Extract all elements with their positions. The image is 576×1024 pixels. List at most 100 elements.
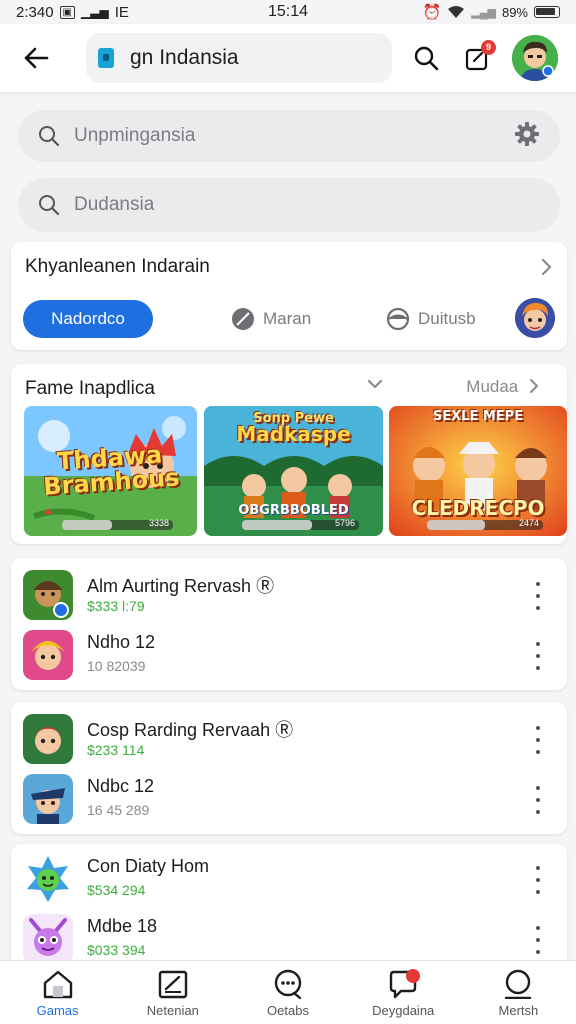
featured-more-link[interactable]: Mudaa [466,377,539,397]
game-name: Ndho 12 [87,632,156,652]
tile-3-progress-fill [427,520,485,530]
search-bar-secondary[interactable]: Dudansia [18,178,560,232]
nav-oetabs[interactable]: Oetabs [230,961,345,1024]
more-options-button[interactable] [531,926,545,954]
edit-icon [158,970,187,999]
tile-2-progress-fill [242,520,313,530]
tile-3-progress-value: 2474 [518,518,539,528]
avatar-face-icon [512,35,558,81]
ball-icon [386,307,410,331]
more-options-button[interactable] [531,866,545,894]
featured-header: Fame Inapdlica [25,378,155,399]
tile-3-title-line2: CLEDRECPO [411,496,545,520]
tile-2-caption: OBGRBBOBLED [238,503,349,518]
game-meta: 10 82039 [87,658,146,674]
list-item[interactable]: Mdbe 18 $033 394 [23,914,555,966]
game-price: $333 l:79 [87,598,145,614]
game-price: $033 394 [87,942,146,958]
arrow-left-icon [24,47,49,69]
game-name: Alm Aurting Rervash Ⓡ [87,576,275,596]
tile-2-progress: 5796 [242,518,359,530]
category-card: Khyanleanen Indarain Nadordco Maran Duit… [11,242,567,350]
game-icon [23,714,73,764]
tile-2-title-line2: Madkaspe [236,422,351,446]
game-icon [23,774,73,824]
search-input[interactable]: Unpmingansia [74,125,195,147]
nav-label: Netenian [146,1003,199,1018]
home-icon [43,970,72,999]
list-item[interactable]: Cosp Rarding Rervaah Ⓡ $233 114 [23,714,555,766]
chat-icon [274,969,302,999]
list-item[interactable]: Ndbc 12 16 45 289 [23,774,555,826]
nav-label: Deygdaina [372,1003,435,1018]
list-item[interactable]: Alm Aurting Rervash Ⓡ $333 l:79 [23,570,555,622]
search-input-secondary[interactable]: Dudansia [74,194,154,216]
chip-maran[interactable]: Maran [231,300,311,338]
tile-2-progress-value: 5796 [334,518,355,528]
search-bar-primary[interactable]: Unpmingansia [18,110,560,162]
nav-games[interactable]: Gamas [0,961,115,1024]
game-name: Cosp Rarding Rervaah Ⓡ [87,720,294,740]
chip-duitusb[interactable]: Duitusb [386,300,476,338]
search-icon [39,195,60,216]
game-name: Ndbc 12 [87,776,155,796]
featured-tile-3[interactable]: SEXLE MEPE CLEDRECPO 2474 [389,406,567,536]
game-icon [23,570,73,620]
status-bar: 2:340 ▣ ▁▃▅ IE 15:14 ⏰ ▂▄▆ 89% [0,0,576,24]
game-icon [23,914,73,964]
game-icon [23,854,73,904]
more-options-button[interactable] [531,582,545,610]
more-options-button[interactable] [531,726,545,754]
tile-1-progress: 3338 [62,518,173,530]
chip-nadordco[interactable]: Nadordco [23,300,153,338]
game-list-card-2: Cosp Rarding Rervaah Ⓡ $233 114 Ndbc 12 … [11,702,567,834]
game-price: $233 114 [87,742,145,758]
game-meta: 16 45 289 [87,802,150,818]
user-avatar[interactable] [512,35,558,81]
battery-icon [534,6,560,18]
notification-badge: 9 [481,40,496,55]
nav-label: Gamas [36,1003,79,1018]
search-icon [414,46,439,71]
app-icon [98,48,114,68]
search-button[interactable] [404,36,448,80]
app-title: gn Indansia [130,46,239,69]
notification-dot [405,969,420,983]
featured-more-label: Mudaa [466,377,519,396]
chip-label: Duitusb [418,309,476,328]
chevron-right-icon[interactable] [541,258,553,276]
app-title-field[interactable]: gn Indansia [86,33,392,83]
chevron-down-icon[interactable] [367,378,383,390]
game-name: Con Diaty Hom [87,856,210,876]
nav-label: Oetabs [267,1003,309,1018]
game-icon [23,630,73,680]
more-options-button[interactable] [531,642,545,670]
game-list-card-1: Alm Aurting Rervash Ⓡ $333 l:79 Ndho 12 … [11,558,567,690]
tile-1-progress-value: 3338 [148,518,169,528]
chevron-right-icon [530,379,539,393]
leaf-icon [232,308,254,330]
featured-tile-2[interactable]: Sonp Pewe Madkaspe OBGRBBOBLED 5796 [204,406,383,536]
status-time: 15:14 [267,3,309,20]
nav-netenian[interactable]: Netenian [115,961,230,1024]
character-face-icon [515,298,555,338]
tile-3-title-line1: SEXLE MEPE [432,409,524,424]
list-item[interactable]: Con Diaty Hom $534 294 [23,854,555,906]
game-list-card-3: Con Diaty Hom $534 294 Mdbe 18 $033 394 [11,844,567,974]
top-app-bar: gn Indansia 9 [0,24,576,92]
list-item[interactable]: Ndho 12 10 82039 [23,630,555,682]
back-button[interactable] [14,36,58,80]
tile-3-progress: 2474 [427,518,543,530]
more-options-button[interactable] [531,786,545,814]
bottom-navigation: Gamas Netenian Oetabs Deygdaina Mertsh [0,960,576,1024]
chip-label: Maran [263,309,312,328]
settings-button[interactable] [514,121,540,152]
featured-tile-1[interactable]: Thdawa Bramhous 3338 [24,406,197,536]
category-avatar[interactable] [515,298,555,338]
nav-label: Mertsh [498,1003,539,1018]
category-header: Khyanleanen Indarain [25,256,210,277]
gear-icon [515,121,539,146]
notifications-button[interactable]: 9 [456,36,500,80]
nav-mertsh[interactable]: Mertsh [461,961,576,1024]
nav-deygdaina[interactable]: Deygdaina [346,961,461,1024]
